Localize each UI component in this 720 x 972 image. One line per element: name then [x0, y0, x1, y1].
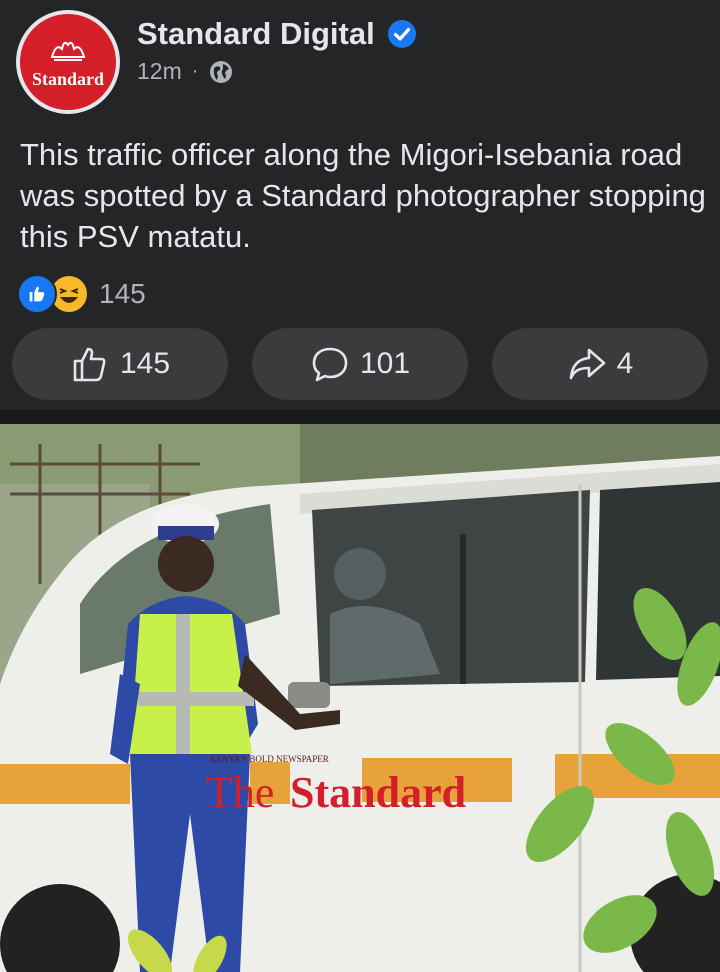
comment-button[interactable]: 101	[252, 328, 468, 400]
crest-icon	[50, 41, 86, 61]
comment-count: 101	[359, 347, 411, 380]
share-button[interactable]: 4	[492, 328, 708, 400]
post-time[interactable]: 12m	[137, 58, 182, 85]
meta-separator: ·	[191, 60, 199, 82]
share-count: 4	[616, 347, 634, 380]
share-arrow-icon	[569, 348, 605, 380]
comment-bubble-icon	[312, 347, 348, 382]
page-avatar[interactable]: Standard	[16, 10, 120, 114]
avatar-text: Standard	[31, 68, 105, 89]
action-bar: 145 101 4	[12, 328, 708, 400]
post-header: Standard Standard Digital 12m ·	[0, 0, 720, 120]
globe-icon	[210, 60, 233, 83]
post-meta: 12m ·	[137, 58, 234, 85]
page-name[interactable]: Standard Digital	[137, 16, 375, 52]
reactions-summary[interactable]: 145	[17, 274, 146, 314]
like-reaction-icon	[17, 274, 57, 314]
watermark-the: The	[206, 768, 274, 817]
like-count: 145	[119, 347, 171, 380]
like-button[interactable]: 145	[12, 328, 228, 400]
photo-illustration: KENYA'S BOLD NEWSPAPER The Standard	[0, 424, 720, 972]
page-name-row: Standard Digital	[137, 16, 417, 52]
avatar-logo: Standard	[20, 14, 116, 110]
verified-badge-icon	[387, 20, 416, 48]
post-text: This traffic officer along the Migori-Is…	[20, 137, 706, 254]
reaction-count: 145	[99, 278, 146, 309]
thumbs-up-icon	[73, 347, 106, 382]
watermark-tagline: KENYA'S BOLD NEWSPAPER	[210, 754, 329, 764]
watermark-name: Standard	[290, 768, 466, 817]
section-divider	[0, 410, 720, 424]
post-photo[interactable]: KENYA'S BOLD NEWSPAPER The Standard	[0, 424, 720, 972]
